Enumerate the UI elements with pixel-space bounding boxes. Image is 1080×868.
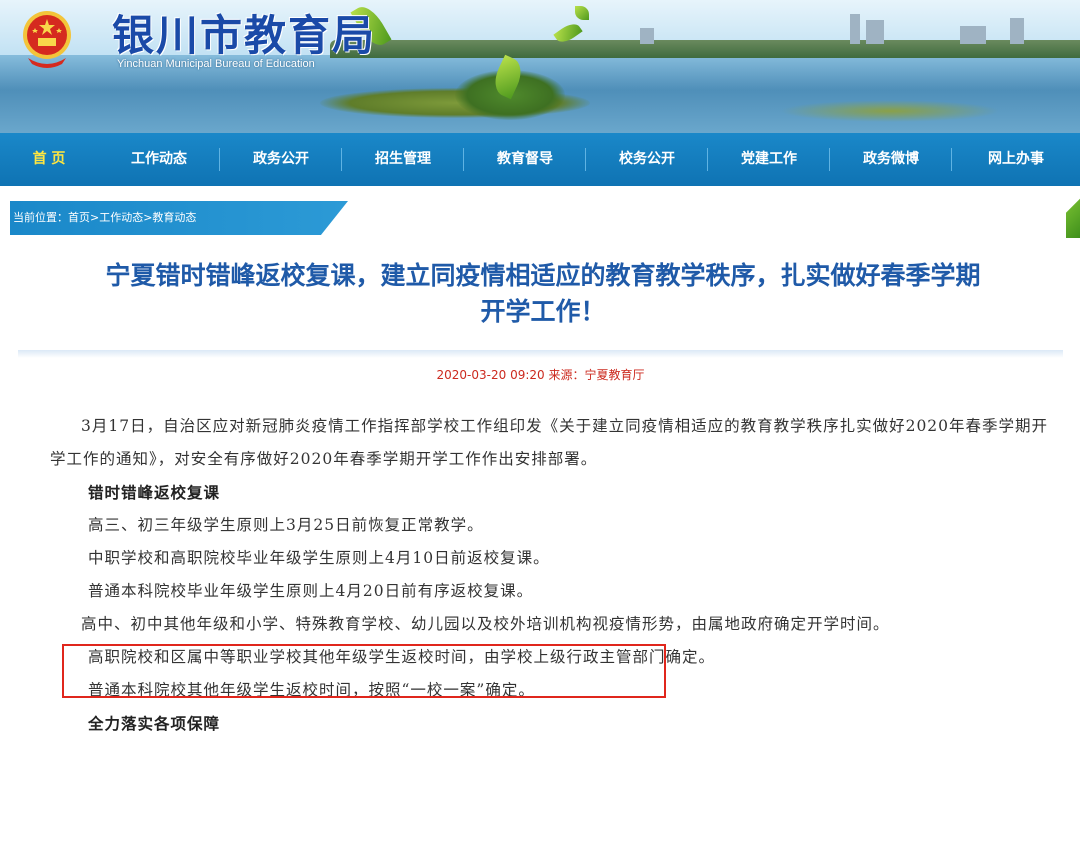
nav-online-services[interactable]: 网上办事 <box>952 133 1080 186</box>
paragraph-highlighted: 普通本科院校毕业年级学生原则上4月20日前有序返校复课。 <box>88 582 534 600</box>
nav-school-affairs[interactable]: 校务公开 <box>586 133 708 186</box>
nav-label: 校务公开 <box>619 151 675 167</box>
article-title-line: 宁夏错时错峰返校复课，建立同疫情相适应的教育教学秩序，扎实做好春季学期 <box>105 261 981 290</box>
article-meta: 2020-03-20 09:20 来源：宁夏教育厅 <box>436 368 645 382</box>
highlight-box <box>62 644 666 698</box>
section-heading: 全力落实各项保障 <box>88 714 221 733</box>
banner-building <box>1010 18 1024 44</box>
nav-label: 工作动态 <box>131 151 187 167</box>
paragraph: 高三、初三年级学生原则上3月25日前恢复正常教学。 <box>88 516 484 534</box>
paragraph: 中职学校和高职院校毕业年级学生原则上4月10日前返校复课。 <box>88 549 550 567</box>
breadcrumb-bar: 当前位置：首页>工作动态>教育动态 <box>10 199 1070 235</box>
banner-reeds <box>780 100 1000 122</box>
breadcrumb[interactable]: 当前位置：首页>工作动态>教育动态 <box>10 201 348 235</box>
banner-building <box>850 14 860 44</box>
article-title-line: 开学工作！ <box>480 297 606 326</box>
nav-enrollment[interactable]: 招生管理 <box>342 133 464 186</box>
nav-party-building[interactable]: 党建工作 <box>708 133 830 186</box>
paragraph: 高中、初中其他年级和小学、特殊教育学校、幼儿园以及校外培训机构视疫情形势，由属地… <box>81 615 890 633</box>
header-banner: 银川市教育局 Yinchuan Municipal Bureau of Educ… <box>0 0 1080 133</box>
article-title: 宁夏错时错峰返校复课，建立同疫情相适应的教育教学秩序，扎实做好春季学期 开学工作… <box>18 258 1068 330</box>
nav-label: 招生管理 <box>375 151 431 167</box>
site-title: 银川市教育局 <box>112 11 377 60</box>
leaf-decoration <box>575 6 589 20</box>
nav-work-news[interactable]: 工作动态 <box>98 133 220 186</box>
paragraph: 3月17日，自治区应对新冠肺炎疫情工作指挥部学校工作组印发《关于建立同疫情相适应… <box>50 417 1049 468</box>
banner-building <box>866 20 884 44</box>
main-nav: 首 页 工作动态 政务公开 招生管理 教育督导 校务公开 党建工作 政务微博 网… <box>0 133 1080 186</box>
nav-label: 党建工作 <box>741 151 797 167</box>
nav-home[interactable]: 首 页 <box>0 133 98 186</box>
nav-label: 政务公开 <box>253 151 309 167</box>
nav-weibo[interactable]: 政务微博 <box>830 133 952 186</box>
site-subtitle: Yinchuan Municipal Bureau of Education <box>117 58 315 70</box>
banner-building <box>960 26 986 44</box>
section-heading: 错时错峰返校复课 <box>88 483 221 502</box>
nav-label: 网上办事 <box>988 151 1044 167</box>
national-emblem-icon <box>23 11 71 68</box>
nav-supervision[interactable]: 教育督导 <box>464 133 586 186</box>
nav-government-affairs[interactable]: 政务公开 <box>220 133 342 186</box>
banner-building <box>640 28 654 44</box>
nav-label: 教育督导 <box>497 151 553 167</box>
title-divider <box>18 350 1063 358</box>
nav-label: 政务微博 <box>863 151 919 167</box>
